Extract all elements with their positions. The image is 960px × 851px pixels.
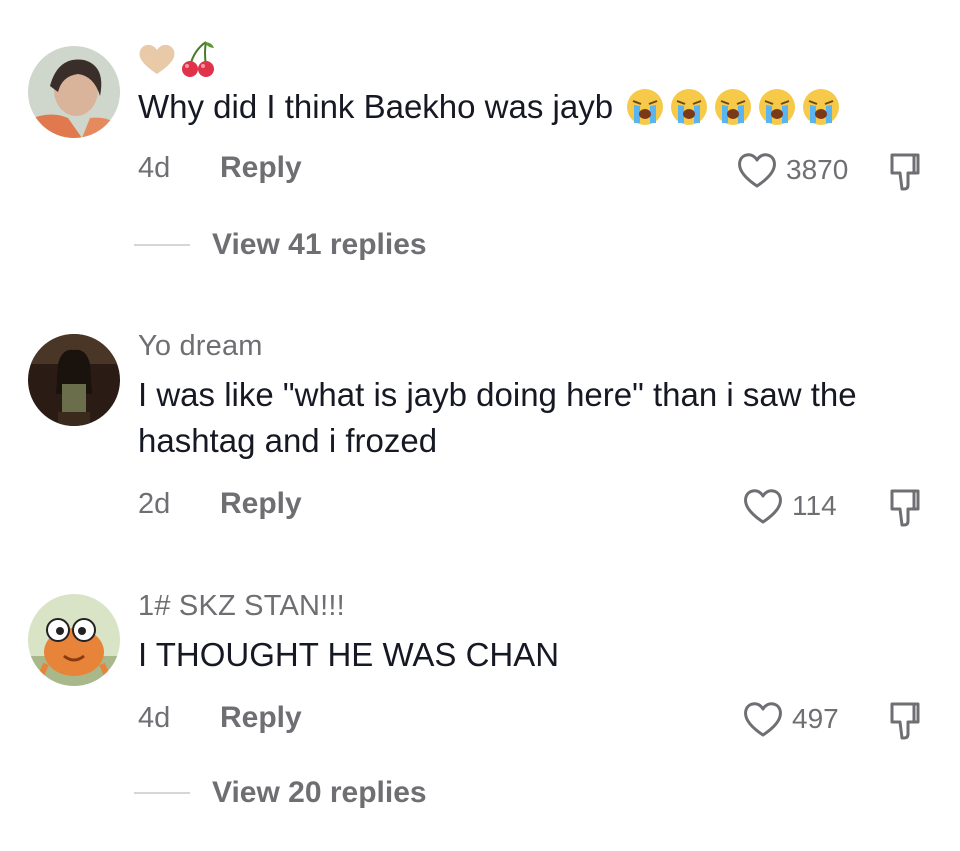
avatar[interactable] xyxy=(28,334,120,426)
reply-button[interactable]: Reply xyxy=(220,701,302,735)
divider-line xyxy=(134,792,190,794)
view-replies-label: View 41 replies xyxy=(212,228,427,261)
comment-time: 2d xyxy=(138,488,171,520)
cherries-icon xyxy=(180,40,216,83)
thumbs-down-icon xyxy=(890,702,920,740)
comment-text: I THOUGHT HE WAS CHAN xyxy=(138,636,560,673)
dislike-button[interactable] xyxy=(886,700,926,740)
loudly-crying-face-icon xyxy=(759,89,796,125)
like-count: 3870 xyxy=(786,154,849,185)
loudly-crying-face-icon xyxy=(715,89,752,125)
crying-emojis xyxy=(625,87,841,127)
like-button[interactable]: 3870 xyxy=(736,150,848,190)
reply-button[interactable]: Reply xyxy=(220,151,302,185)
username[interactable]: 1# SKZ STAN!!! xyxy=(138,590,345,623)
divider-line xyxy=(134,244,190,246)
comment-time: 4d xyxy=(138,702,171,734)
like-count: 497 xyxy=(792,703,839,734)
comment-time: 4d xyxy=(138,152,171,184)
heart-outline-icon xyxy=(744,489,782,524)
like-button[interactable]: 114 xyxy=(742,486,837,526)
comment-item: Yo dream I was like "what is jayb doing … xyxy=(0,290,960,560)
like-count: 114 xyxy=(792,490,837,521)
dislike-button[interactable] xyxy=(886,487,926,527)
comment-text-body: Why did I think Baekho was jayb xyxy=(138,88,614,125)
like-button[interactable]: 497 xyxy=(742,699,839,739)
username-emojis xyxy=(138,40,216,83)
thumbs-down-icon xyxy=(890,489,920,527)
heart-icon xyxy=(138,42,176,81)
loudly-crying-face-icon xyxy=(803,89,840,125)
thumbs-down-icon xyxy=(890,153,920,191)
comment-item: Why did I think Baekho was jayb 4d Reply… xyxy=(0,0,960,290)
heart-outline-icon xyxy=(738,153,776,188)
avatar[interactable] xyxy=(28,46,120,138)
loudly-crying-face-icon xyxy=(627,89,664,125)
dislike-button[interactable] xyxy=(886,151,926,191)
loudly-crying-face-icon xyxy=(671,89,708,125)
reply-button[interactable]: Reply xyxy=(220,487,302,521)
avatar[interactable] xyxy=(28,594,120,686)
view-replies-button[interactable]: View 41 replies xyxy=(134,228,427,262)
username[interactable]: Yo dream xyxy=(138,330,263,363)
view-replies-button[interactable]: View 20 replies xyxy=(134,776,427,810)
heart-outline-icon xyxy=(744,702,782,737)
view-replies-label: View 20 replies xyxy=(212,776,427,809)
comment-text: Why did I think Baekho was jayb xyxy=(138,84,928,130)
comment-item: 1# SKZ STAN!!! I THOUGHT HE WAS CHAN 4d … xyxy=(0,560,960,851)
comment-text: I was like "what is jayb doing here" tha… xyxy=(138,376,857,459)
